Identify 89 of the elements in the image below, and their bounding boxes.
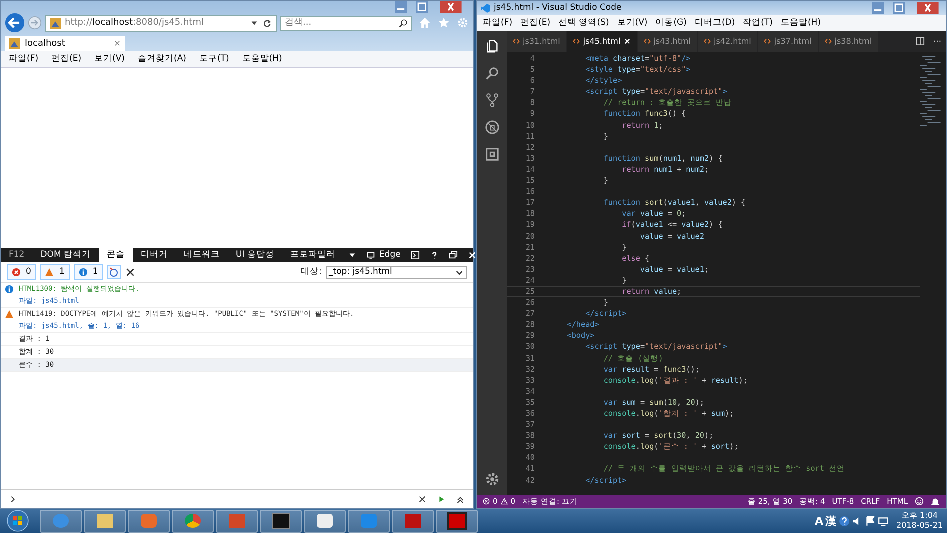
star-icon[interactable] xyxy=(438,17,450,29)
console-icon[interactable] xyxy=(410,250,420,260)
page-icon xyxy=(50,18,61,28)
code-file-icon xyxy=(764,38,772,45)
code-file-icon xyxy=(824,38,832,45)
warning-filter-button[interactable]: 1 xyxy=(40,264,70,280)
split-editor-icon[interactable] xyxy=(916,37,925,46)
editor-tab[interactable]: js38.html xyxy=(818,31,880,52)
menu-item[interactable]: 도구(T) xyxy=(199,53,230,65)
menu-item[interactable]: 작업(T) xyxy=(743,17,773,29)
code-file-icon xyxy=(513,38,520,45)
devtools-tab[interactable]: 콘솔 xyxy=(99,248,133,262)
search-icon[interactable] xyxy=(484,66,500,81)
editor-tab[interactable]: js37.html xyxy=(758,31,819,52)
error-icon xyxy=(12,268,21,276)
menu-item[interactable]: 이동(G) xyxy=(656,17,687,29)
editor-tab[interactable]: js31.html xyxy=(507,31,568,52)
undock-icon[interactable] xyxy=(448,250,458,260)
start-button[interactable] xyxy=(4,509,32,533)
emulation-button[interactable]: Edge xyxy=(362,250,406,260)
clock-time[interactable]: 오후 1:04 xyxy=(901,511,938,521)
window-title: js45.html - Visual Studio Code xyxy=(494,3,622,13)
warning-icon xyxy=(45,268,54,276)
terminal-taskbar-icon[interactable] xyxy=(260,510,302,532)
menu-item[interactable]: 디버그(D) xyxy=(694,17,736,29)
menu-item[interactable]: 편집(E) xyxy=(520,17,551,29)
back-icon[interactable] xyxy=(5,13,25,33)
target-label: 대상: xyxy=(301,266,322,278)
error-filter-button[interactable]: 0 xyxy=(7,264,36,280)
settings-icon[interactable] xyxy=(484,472,500,487)
more-tabs-icon[interactable] xyxy=(348,250,358,260)
menu-item[interactable]: 보기(V) xyxy=(94,53,125,65)
clear-console-icon[interactable] xyxy=(125,266,136,278)
code-file-icon xyxy=(573,38,580,45)
flag-icon[interactable] xyxy=(864,516,876,526)
error-icon xyxy=(483,498,490,505)
menu-item[interactable]: 도움말(H) xyxy=(780,17,822,29)
files-icon[interactable] xyxy=(484,39,500,54)
help-icon[interactable] xyxy=(430,250,439,260)
console-prompt-icon xyxy=(9,494,18,504)
info-icon xyxy=(78,268,88,276)
info-icon xyxy=(5,284,14,294)
bell-icon[interactable] xyxy=(931,497,940,506)
editor-tab[interactable]: js43.html xyxy=(638,31,698,52)
devtools-tab[interactable]: 프로파일러 xyxy=(282,248,344,262)
run-icon[interactable] xyxy=(437,494,446,504)
page-icon xyxy=(9,38,20,49)
ime-hanja[interactable]: 漢 xyxy=(826,514,836,528)
menu-item[interactable]: 즐겨찾기(A) xyxy=(138,53,186,65)
search-icon[interactable] xyxy=(399,18,408,28)
pdf-taskbar-icon[interactable] xyxy=(436,510,478,532)
menu-item[interactable]: 편집(E) xyxy=(52,53,82,65)
info-filter-button[interactable]: 1 xyxy=(74,264,104,280)
menu-item[interactable]: 도움말(H) xyxy=(242,53,282,65)
monitor-icon xyxy=(367,250,376,260)
devtools-tab[interactable]: 디버거 xyxy=(133,248,176,262)
extensions-icon[interactable] xyxy=(484,147,500,162)
menu-item[interactable]: 보기(V) xyxy=(617,17,648,29)
clock-date[interactable]: 2018-05-21 xyxy=(896,521,943,531)
devtools-tab[interactable]: F12 xyxy=(1,248,33,262)
warning-icon xyxy=(500,498,508,505)
code-file-icon xyxy=(644,38,651,45)
app-icon xyxy=(481,4,490,12)
chrome-taskbar-icon[interactable] xyxy=(172,510,214,532)
ime-mode[interactable]: A xyxy=(814,514,824,528)
browser-tab[interactable]: localhost xyxy=(5,36,125,51)
expand-icon[interactable] xyxy=(456,494,465,504)
address-field[interactable]: http://localhost:8080/js45.html xyxy=(45,14,277,32)
folder-taskbar-icon[interactable] xyxy=(84,510,126,532)
devtools-tab[interactable]: UI 응답성 xyxy=(228,248,282,262)
clear-icon[interactable] xyxy=(418,494,427,504)
search-field[interactable]: 검색... xyxy=(280,16,412,30)
help-icon[interactable] xyxy=(838,516,850,526)
editor-tab[interactable]: js45.html xyxy=(567,31,638,52)
dropdown-icon[interactable] xyxy=(250,18,259,28)
menu-item[interactable]: 선택 영역(S) xyxy=(558,17,610,29)
code-file-icon xyxy=(704,38,712,45)
target-dropdown[interactable]: _top: js45.html xyxy=(326,266,467,278)
refresh-icon[interactable] xyxy=(263,18,272,28)
network-icon[interactable] xyxy=(878,516,888,526)
devtools-tab[interactable]: 네트워크 xyxy=(176,248,228,262)
source-control-icon[interactable] xyxy=(484,93,500,108)
menu-item[interactable]: 파일(F) xyxy=(483,17,513,29)
smiley-icon[interactable] xyxy=(915,497,924,506)
devtools-tab[interactable]: DOM 탐색기 xyxy=(32,248,99,262)
warning-icon xyxy=(5,310,14,318)
menu-item[interactable]: 파일(F) xyxy=(9,53,39,65)
editor-tab[interactable]: js42.html xyxy=(698,31,758,52)
java-taskbar-icon[interactable] xyxy=(304,510,346,532)
